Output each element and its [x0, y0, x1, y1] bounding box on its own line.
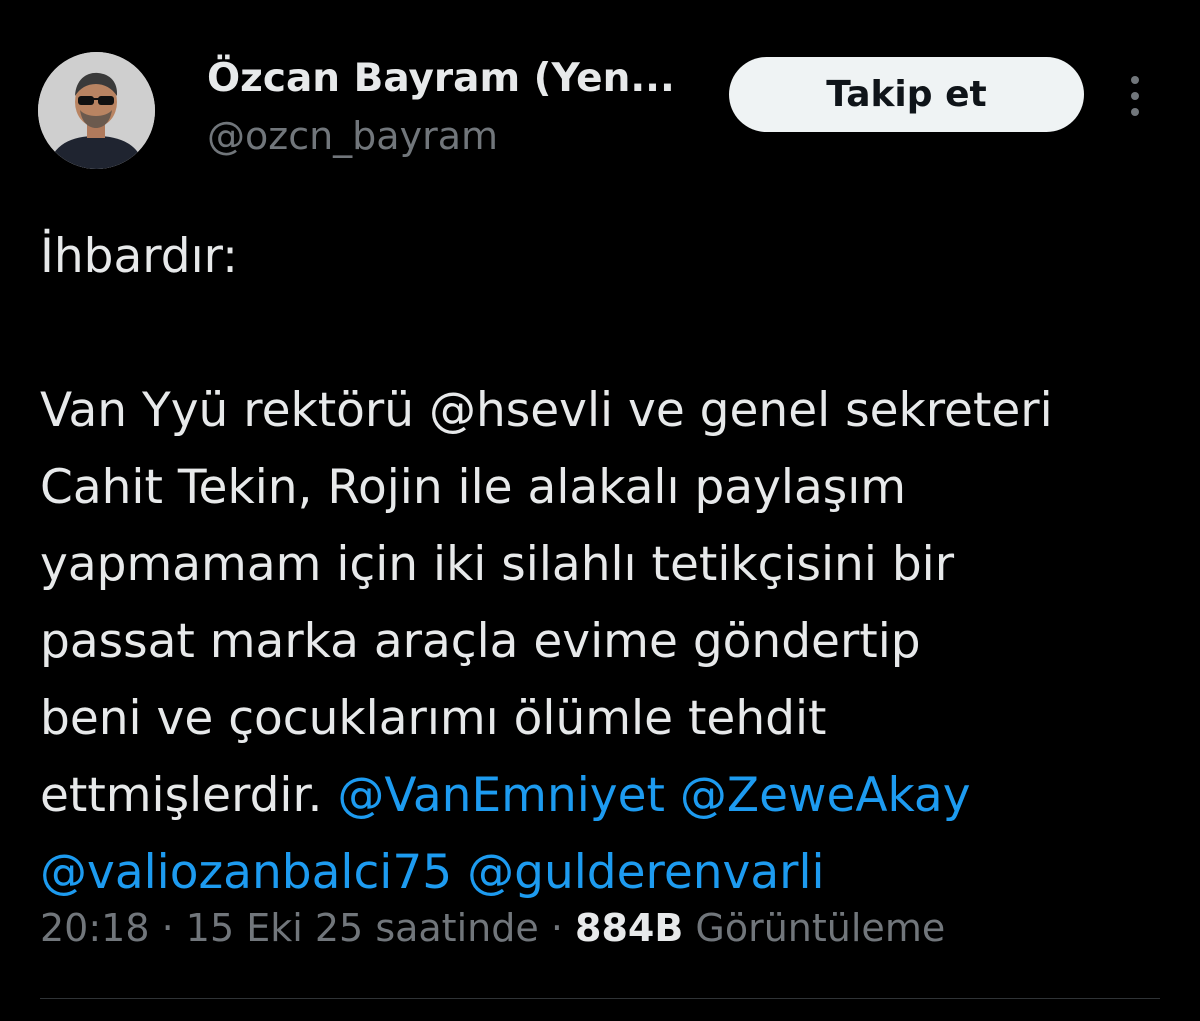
- tweet-line-with-mentions: ettmişlerdir. @VanEmniyet @ZeweAkay: [40, 757, 1180, 834]
- author-display-name[interactable]: Özcan Bayram (Yen...: [207, 56, 675, 101]
- author-avatar[interactable]: [38, 52, 155, 169]
- mention-link[interactable]: @gulderenvarli: [467, 845, 824, 900]
- mention-link[interactable]: @VanEmniyet: [337, 768, 665, 823]
- tweet-line: passat marka araçla evime göndertip: [40, 614, 921, 669]
- tweet-line: Van Yyü rektörü @hsevli ve genel sekrete…: [40, 383, 1053, 438]
- tweet-card: Özcan Bayram (Yen... @ozcn_bayram Takip …: [0, 0, 1200, 1021]
- meta-separator: ·: [161, 906, 174, 950]
- tweet-date[interactable]: 15 Eki 25 saatinde: [186, 906, 539, 950]
- tweet-line: beni ve çocuklarımı ölümle tehdit: [40, 691, 827, 746]
- views-label: Görüntüleme: [695, 906, 946, 950]
- tweet-line-mentions: @valiozanbalci75 @gulderenvarli: [40, 834, 1180, 911]
- more-vertical-icon: [1131, 76, 1139, 116]
- views-count: 884B: [575, 906, 684, 950]
- tweet-meta: 20:18 · 15 Eki 25 saatinde · 884B Görünt…: [40, 906, 945, 950]
- meta-separator: ·: [550, 906, 563, 950]
- tweet-line-text: ettmişlerdir.: [40, 768, 323, 823]
- mention-link[interactable]: @ZeweAkay: [680, 768, 971, 823]
- divider: [40, 998, 1160, 999]
- tweet-line: Cahit Tekin, Rojin ile alakalı paylaşım: [40, 460, 907, 515]
- tweet-text: İhbardır: Van Yyü rektörü @hsevli ve gen…: [40, 218, 1180, 911]
- tweet-line: yapmamam için iki silahlı tetikçisini bi…: [40, 537, 955, 592]
- author-handle[interactable]: @ozcn_bayram: [207, 114, 498, 158]
- follow-button[interactable]: Takip et: [729, 57, 1084, 132]
- tweet-time[interactable]: 20:18: [40, 906, 150, 950]
- more-options-button[interactable]: [1118, 74, 1152, 118]
- tweet-heading: İhbardır:: [40, 229, 239, 284]
- mention-link[interactable]: @valiozanbalci75: [40, 845, 452, 900]
- profile-photo-icon: [38, 52, 155, 169]
